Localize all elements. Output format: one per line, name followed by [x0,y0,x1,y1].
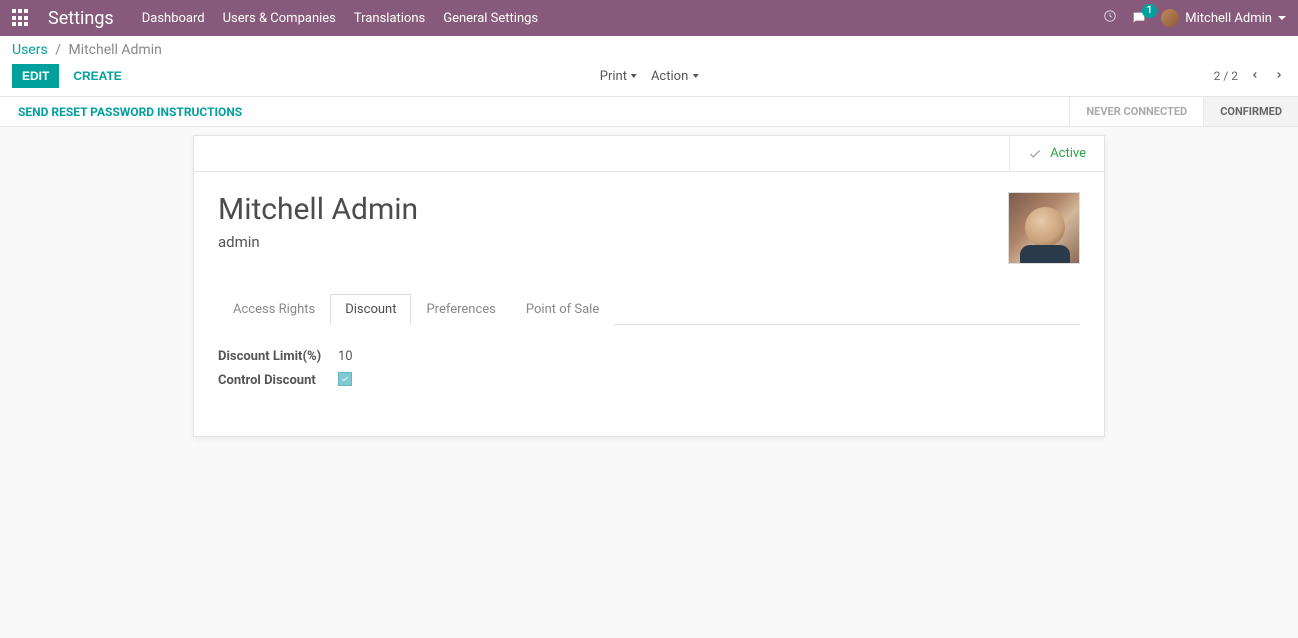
messaging-badge: 1 [1142,4,1158,18]
caret-down-icon [692,74,698,78]
tabs: Access Rights Discount Preferences Point… [218,294,1080,325]
activity-icon[interactable] [1103,9,1117,27]
statusbar: NEVER CONNECTED CONFIRMED [1069,97,1298,126]
status-banner: Active [194,136,1104,172]
action-bar: SEND RESET PASSWORD INSTRUCTIONS NEVER C… [0,97,1298,127]
topbar: Settings Dashboard Users & Companies Tra… [0,0,1298,36]
user-avatar[interactable] [1008,192,1080,264]
edit-button[interactable]: EDIT [12,64,59,88]
caret-down-icon [631,74,637,78]
active-label: Active [1050,146,1086,161]
app-brand: Settings [48,8,114,29]
pager-next-button[interactable] [1272,67,1286,86]
control-bar: Users / Mitchell Admin EDIT CREATE Print… [0,36,1298,97]
print-label: Print [600,69,627,84]
top-nav: Dashboard Users & Companies Translations… [142,11,538,26]
discount-limit-label: Discount Limit(%) [218,349,338,364]
tab-content: Discount Limit(%) 10 Control Discount [194,333,1104,436]
control-discount-checkbox[interactable] [338,372,352,386]
send-reset-password-button[interactable]: SEND RESET PASSWORD INSTRUCTIONS [18,105,242,119]
status-never-connected[interactable]: NEVER CONNECTED [1069,97,1203,126]
create-button[interactable]: CREATE [69,64,125,88]
discount-limit-value: 10 [338,349,353,364]
breadcrumb: Users / Mitchell Admin [12,42,1286,58]
user-name: Mitchell Admin [1185,11,1272,26]
nav-translations[interactable]: Translations [354,11,425,26]
record-name: Mitchell Admin [218,192,418,227]
breadcrumb-sep: / [55,42,61,58]
tab-point-of-sale[interactable]: Point of Sale [511,294,614,325]
pager-prev-button[interactable] [1248,67,1262,86]
tab-access-rights[interactable]: Access Rights [218,294,330,325]
messaging-icon[interactable]: 1 [1131,10,1147,26]
tab-discount[interactable]: Discount [330,294,411,325]
apps-icon[interactable] [12,9,30,27]
pager: 2 / 2 [1214,69,1238,83]
user-menu[interactable]: Mitchell Admin [1161,9,1286,27]
avatar-icon [1161,9,1179,27]
action-dropdown[interactable]: Action [651,69,698,84]
print-dropdown[interactable]: Print [600,69,637,84]
status-confirmed[interactable]: CONFIRMED [1203,97,1298,126]
active-status: Active [1009,136,1104,171]
caret-down-icon [1278,16,1286,20]
action-label: Action [651,69,688,84]
record-login: admin [218,233,418,251]
breadcrumb-current: Mitchell Admin [68,42,161,58]
breadcrumb-root[interactable]: Users [12,42,48,58]
check-icon [1028,147,1042,161]
control-discount-label: Control Discount [218,373,338,388]
form-sheet: Active Mitchell Admin admin Access Right… [193,135,1105,437]
nav-users-companies[interactable]: Users & Companies [223,11,336,26]
tab-preferences[interactable]: Preferences [411,294,510,325]
nav-dashboard[interactable]: Dashboard [142,11,205,26]
nav-general-settings[interactable]: General Settings [443,11,538,26]
